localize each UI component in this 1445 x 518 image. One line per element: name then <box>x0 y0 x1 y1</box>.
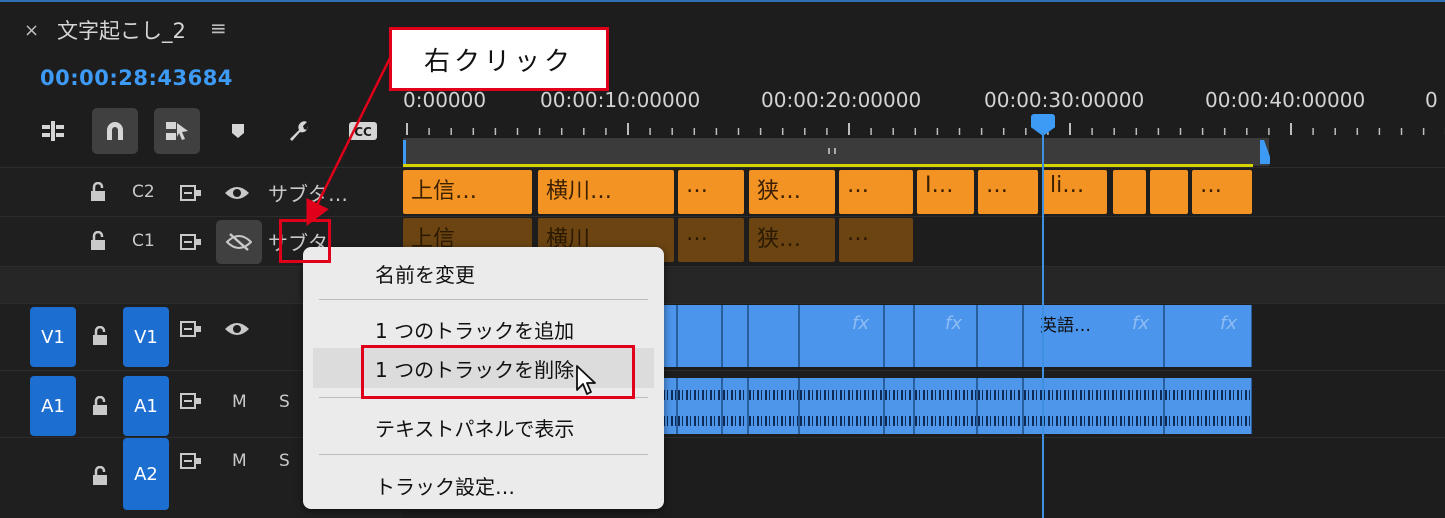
highlight-track-name <box>279 219 331 263</box>
right-click-callout: 右クリック <box>389 27 609 91</box>
annotation-arrow <box>306 57 392 226</box>
mouse-pointer-icon <box>576 365 596 395</box>
